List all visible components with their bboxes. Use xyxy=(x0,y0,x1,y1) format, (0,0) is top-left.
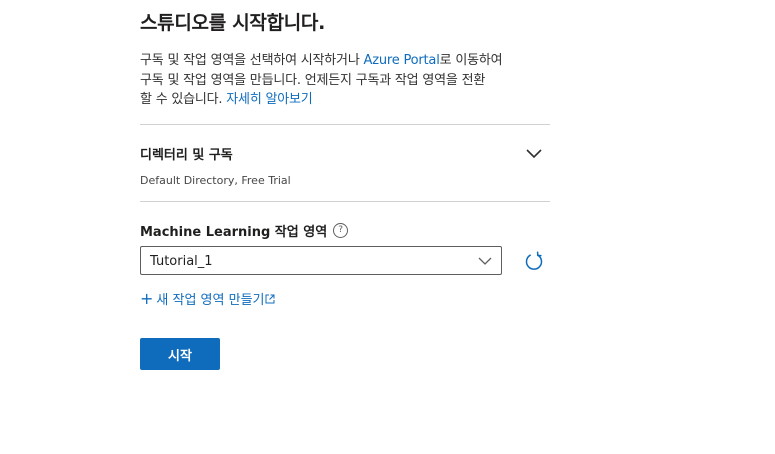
create-workspace-label: 새 작업 영역 만들기 xyxy=(156,293,265,308)
start-studio-page: 스튜디오를 시작합니다. 구독 및 작업 영역을 선택하여 시작하거나 Azur… xyxy=(0,0,775,454)
workspace-selected-value: Tutorial_1 xyxy=(150,254,213,269)
description-line-1: 구독 및 작업 영역을 선택하여 시작하거나 Azure Portal로 이동하… xyxy=(140,51,560,71)
directory-label: 디렉터리 및 구독 xyxy=(140,148,233,163)
external-link-icon xyxy=(265,294,275,303)
directory-value: Default Directory, Free Trial xyxy=(140,174,291,187)
description-line-1-prefix: 구독 및 작업 영역을 선택하여 시작하거나 xyxy=(140,53,364,68)
azure-portal-link[interactable]: Azure Portal xyxy=(364,53,440,68)
create-workspace-link[interactable]: + 새 작업 영역 만들기 xyxy=(140,289,275,308)
dropdown-chevron-icon xyxy=(478,257,492,265)
refresh-icon[interactable] xyxy=(524,251,544,271)
description-text: 구독 및 작업 영역을 선택하여 시작하거나 Azure Portal로 이동하… xyxy=(140,51,560,110)
workspace-dropdown[interactable]: Tutorial_1 xyxy=(140,246,502,275)
description-line-1-suffix: 로 이동하여 xyxy=(439,53,503,68)
plus-icon: + xyxy=(140,288,154,308)
description-line-2: 구독 및 작업 영역을 만듭니다. 언제든지 구독과 작업 영역을 전환 xyxy=(140,72,486,88)
chevron-down-icon xyxy=(526,149,542,159)
workspace-label-text: Machine Learning 작업 영역 xyxy=(140,225,328,240)
divider-bottom xyxy=(140,201,550,202)
workspace-label: Machine Learning 작업 영역 ? xyxy=(140,221,349,240)
help-icon[interactable]: ? xyxy=(333,223,349,238)
learn-more-link[interactable]: 자세히 알아보기 xyxy=(226,92,312,107)
page-title: 스튜디오를 시작합니다. xyxy=(140,12,326,34)
description-line-3: 할 수 있습니다. 자세히 알아보기 xyxy=(140,90,560,110)
description-line-3-prefix: 할 수 있습니다. xyxy=(140,92,227,107)
divider-top xyxy=(140,124,550,125)
start-button[interactable]: 시작 xyxy=(140,338,220,370)
directory-subscription-selector[interactable]: 디렉터리 및 구독 Default Directory, Free Trial xyxy=(140,140,550,196)
